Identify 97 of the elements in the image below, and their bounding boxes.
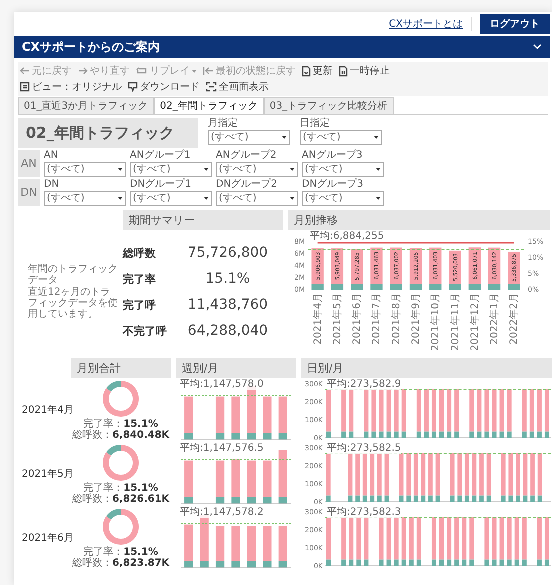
month-label: 2021年7月 <box>372 293 383 345</box>
dropdown[interactable]: (すべて) <box>130 162 212 177</box>
logout-button[interactable]: ログアウト <box>480 14 550 34</box>
caret-icon <box>376 197 381 200</box>
rate-text: 完了率：15.1% <box>84 547 158 558</box>
filter-label: ANグループ3 <box>302 150 364 161</box>
month-label: 2022年2月 <box>509 293 520 345</box>
description-text: 直近12ヶ月のトラフィックデータを使用しています。 <box>28 287 118 320</box>
average-label: 平均:273,582.5 <box>327 443 402 454</box>
arrow-left-icon <box>20 66 30 76</box>
tab[interactable]: 02_年間トラフィック <box>154 97 264 114</box>
average-label: 平均:1,147,578.2 <box>180 507 264 518</box>
month-label: 2021年6月 <box>352 293 364 345</box>
month-label: 2021年9月 <box>411 293 422 345</box>
month-label: 2021年8月 <box>391 293 402 345</box>
filter-label: ANグループ2 <box>216 150 278 161</box>
caret-icon <box>290 168 295 171</box>
document-icon <box>302 66 311 76</box>
month-label: 2022年1月 <box>490 293 501 345</box>
month-label: 2021年6月 <box>22 532 74 545</box>
metric-label: 完了呼 <box>123 298 157 312</box>
arrow-right-icon <box>78 66 88 76</box>
section-header: 日別/月 <box>301 358 552 378</box>
filter-label: DNグループ1 <box>130 179 193 190</box>
download-icon <box>128 82 138 92</box>
toolbar-button[interactable]: 更新 <box>302 63 333 79</box>
toolbar-button[interactable]: 全画面表示 <box>206 79 269 95</box>
toolbar-button[interactable]: ダウンロード <box>128 79 200 95</box>
month-label: 2021年5月 <box>22 468 74 481</box>
metric-value: 15.1% <box>204 271 252 287</box>
filter-label: ANグループ1 <box>130 150 192 161</box>
section-header: 週別/月 <box>176 358 296 378</box>
document-pause-icon <box>339 66 348 76</box>
metric-label: 不完了呼 <box>123 324 168 338</box>
filter-label: AN <box>44 150 60 161</box>
view-icon <box>20 82 30 92</box>
average-label: 平均:6,884,255 <box>310 231 384 242</box>
metric-label: 総呼数 <box>123 246 157 260</box>
section-header: 月別推移 <box>288 210 550 230</box>
total-text: 総呼数：6,823.87K <box>72 558 170 569</box>
info-banner[interactable]: CXサポートからのご案内 <box>14 36 550 58</box>
section-header: 期間サマリー <box>123 210 283 230</box>
dropdown[interactable]: (すべて) <box>130 191 212 206</box>
dropdown[interactable]: (すべて) <box>216 191 298 206</box>
caret-icon <box>282 136 287 139</box>
dropdown[interactable]: (すべて) <box>44 191 126 206</box>
caret-icon <box>376 168 381 171</box>
dropdown[interactable]: (すべて) <box>44 162 126 177</box>
metric-value: 64,288,040 <box>186 323 270 339</box>
total-text: 総呼数：6,826.61K <box>72 494 170 505</box>
help-link[interactable]: CXサポートとは <box>389 17 472 31</box>
group-badge: DN <box>18 179 40 206</box>
month-label: 2021年11月 <box>450 293 462 352</box>
caret-icon <box>118 197 123 200</box>
dropdown[interactable]: (すべて) <box>300 130 382 145</box>
month-label: 2021年10月 <box>430 293 442 352</box>
month-label: 2021年12月 <box>470 293 481 352</box>
month-label: 2021年5月 <box>332 293 344 345</box>
month-label: 2021年4月 <box>22 404 74 417</box>
group-badge: AN <box>18 150 40 177</box>
caret-icon <box>204 168 209 171</box>
page-title: 02_年間トラフィック <box>18 118 198 148</box>
total-text: 総呼数：6,840.48K <box>72 430 170 441</box>
metric-value: 11,438,760 <box>186 297 270 313</box>
tab[interactable]: 03_トラフィック比較分析 <box>264 97 394 114</box>
month-label: 2021年4月 <box>312 293 324 345</box>
average-label: 平均:1,147,576.5 <box>180 443 264 454</box>
filter-label: DNグループ2 <box>216 179 279 190</box>
filter-label: 月指定 <box>208 118 239 129</box>
banner-title: CXサポートからのご案内 <box>22 38 160 56</box>
section-header: 月別合計 <box>71 358 171 378</box>
tab[interactable]: 01_直近3か月トラフィック <box>18 97 154 114</box>
average-label: 平均:1,147,578.0 <box>180 379 264 390</box>
toolbar-button[interactable]: ビュー：オリジナル <box>20 79 122 95</box>
metric-label: 完了率 <box>123 272 157 286</box>
toolbar-button[interactable]: 一時停止 <box>339 63 390 79</box>
back-to-start-icon <box>203 66 214 76</box>
rate-text: 完了率：15.1% <box>84 419 158 430</box>
rate-text: 完了率：15.1% <box>84 483 158 494</box>
dropdown[interactable]: (すべて) <box>302 191 384 206</box>
chevron-down-icon <box>533 44 542 50</box>
fullscreen-icon <box>206 82 217 92</box>
dropdown[interactable]: (すべて) <box>208 130 290 145</box>
filter-label: 日指定 <box>300 118 331 129</box>
caret-icon <box>118 168 123 171</box>
average-label: 平均:273,582.9 <box>327 379 402 390</box>
average-label: 平均:273,582.3 <box>327 507 402 518</box>
caret-icon <box>204 197 209 200</box>
metric-value: 75,726,800 <box>186 245 270 261</box>
dropdown[interactable]: (すべて) <box>302 162 384 177</box>
caret-icon <box>290 197 295 200</box>
loop-icon <box>136 66 148 76</box>
filter-label: DNグループ3 <box>302 179 365 190</box>
caret-icon <box>374 136 379 139</box>
dropdown[interactable]: (すべて) <box>216 162 298 177</box>
filter-label: DN <box>44 179 60 190</box>
description-text: 年間のトラフィックデータ <box>28 264 118 286</box>
